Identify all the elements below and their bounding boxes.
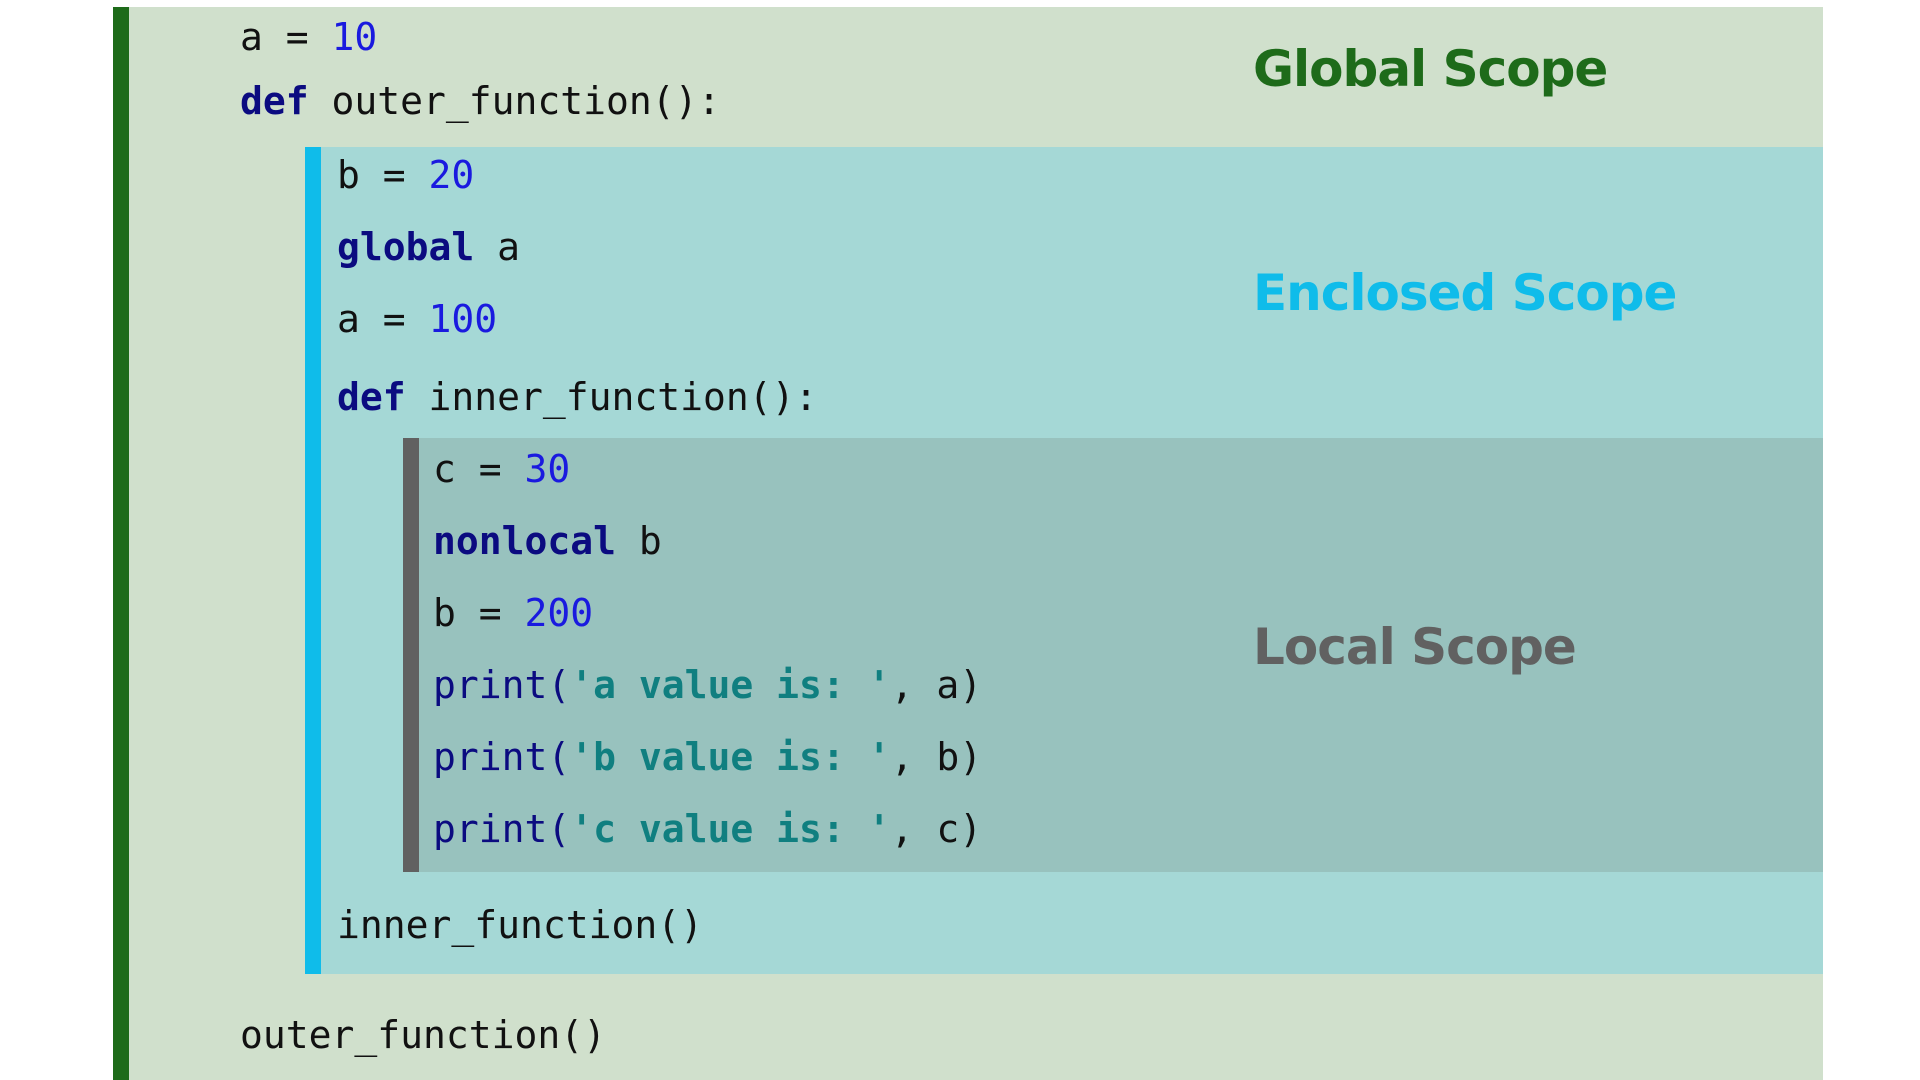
code-string: 'a value is: ' [570,663,891,707]
code-line-global-stmt: global a [337,223,520,271]
code-args: , c) [890,807,983,851]
code-args: , a) [890,663,983,707]
code-line-inner-call: inner_function() [337,903,704,947]
code-var: a [337,297,360,341]
code-op: = [359,297,429,341]
code-line-print-c: print('c value is: ', c) [433,805,982,853]
code-name: a [474,225,521,269]
code-op: = [262,15,332,59]
code-args: , b) [890,735,983,779]
code-op: = [455,447,525,491]
code-op: = [359,153,429,197]
code-line-print-b: print('b value is: ', b) [433,733,982,781]
code-line-global-assign: a = 10 [240,13,377,61]
code-line-outer-def: def outer_function(): [240,77,720,125]
code-string: 'c value is: ' [570,807,891,851]
code-number: 20 [428,153,475,197]
code-line-print-a: print('a value is: ', a) [433,661,982,709]
global-scope-label: Global Scope [1253,40,1608,98]
code-function-call: print( [433,807,571,851]
code-var: b [337,153,360,197]
code-line-inner-def: def inner_function(): [337,373,817,421]
code-signature: outer_function(): [308,79,721,123]
code-var: c [433,447,456,491]
code-line-local-assign-b: b = 200 [433,589,593,637]
code-var: a [240,15,263,59]
code-number: 100 [428,297,498,341]
code-string: 'b value is: ' [570,735,891,779]
enclosed-scope-label: Enclosed Scope [1253,264,1677,322]
code-line-local-assign-c: c = 30 [433,445,570,493]
code-name: b [616,519,662,563]
code-keyword: global [337,225,475,269]
code-signature: inner_function(): [405,375,818,419]
code-number: 30 [524,447,571,491]
code-line-enclosed-assign-a: a = 100 [337,295,497,343]
code-line-enclosed-assign-b: b = 20 [337,151,474,199]
code-keyword: nonlocal [433,519,617,563]
code-op: = [455,591,525,635]
code-function-call: print( [433,663,571,707]
code-keyword: def [240,79,309,123]
code-number: 10 [331,15,378,59]
local-scope-label: Local Scope [1253,618,1577,676]
code-number: 200 [524,591,594,635]
code-function-call: print( [433,735,571,779]
code-line-nonlocal-stmt: nonlocal b [433,517,662,565]
code-var: b [433,591,456,635]
code-line-outer-call: outer_function() [240,1013,607,1057]
code-keyword: def [337,375,406,419]
